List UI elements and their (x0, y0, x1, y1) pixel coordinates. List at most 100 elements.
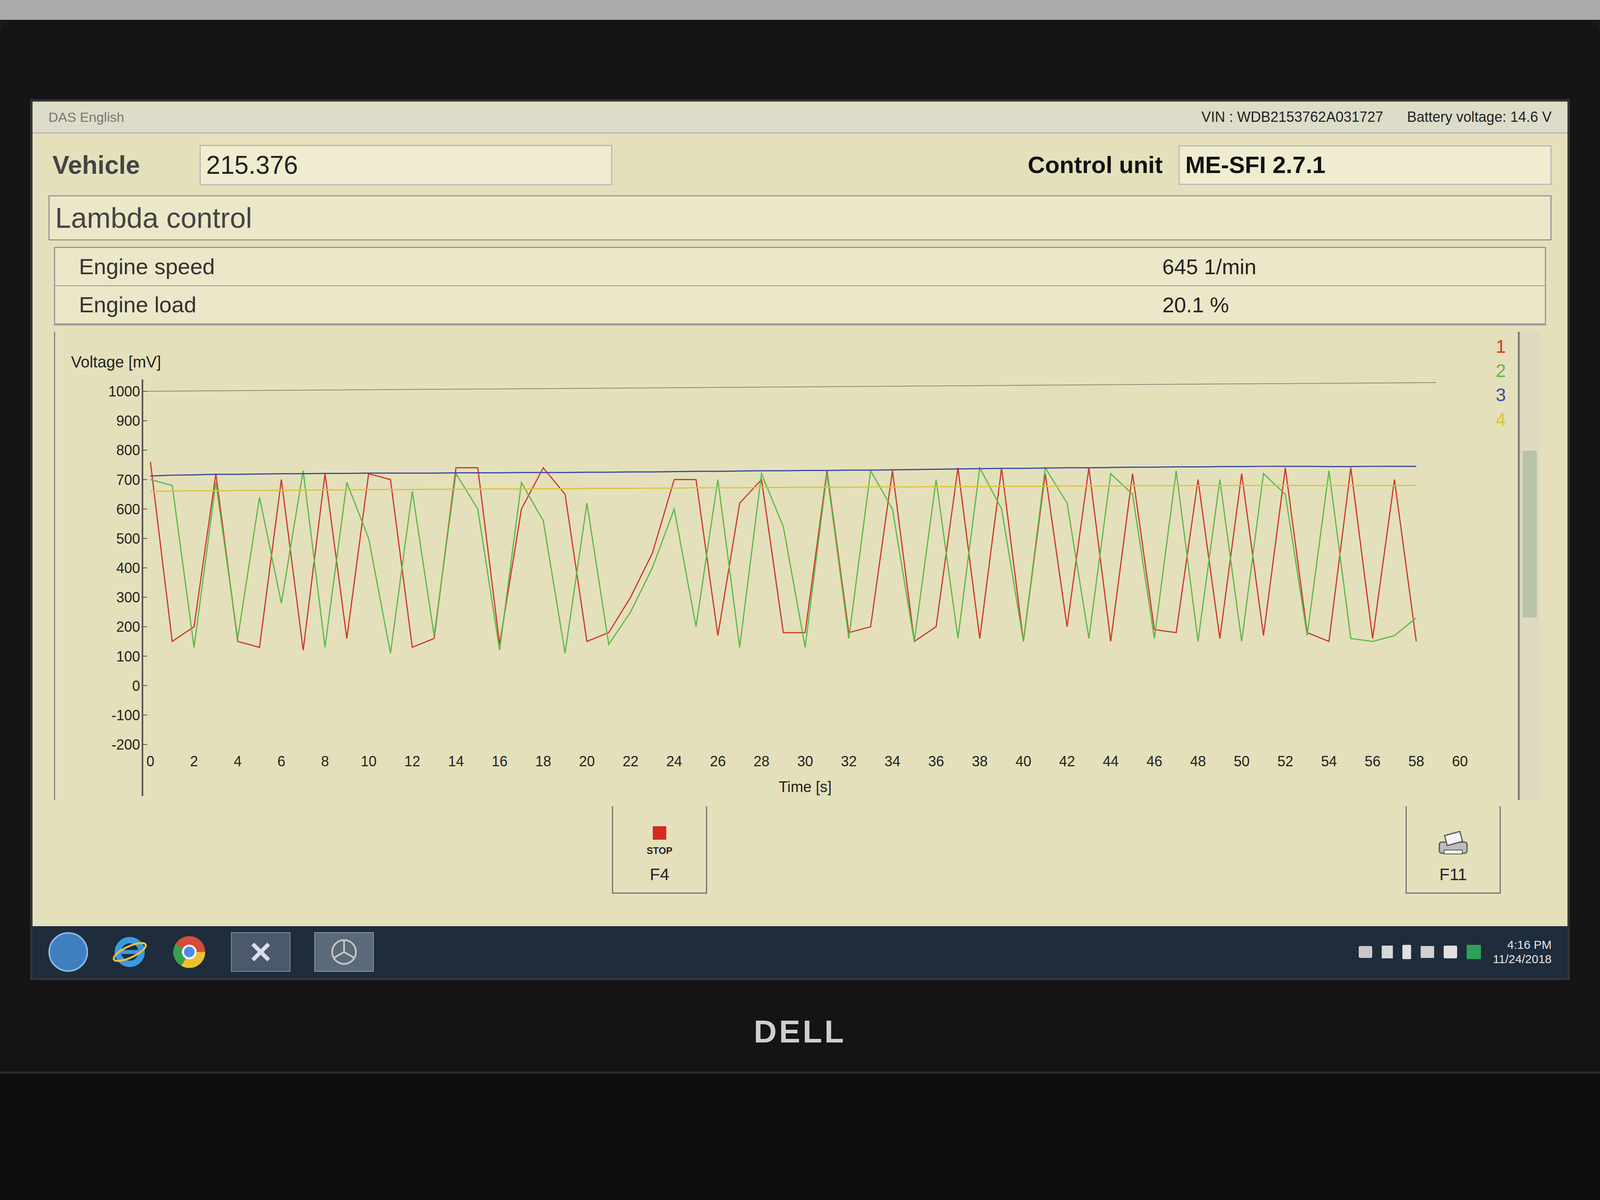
series-line (150, 461, 1417, 651)
svg-text:800: 800 (116, 442, 141, 459)
button-key: F11 (1439, 861, 1467, 887)
svg-text:200: 200 (116, 618, 141, 635)
internet-explorer-icon[interactable] (111, 934, 148, 970)
y-tick: -200 (111, 736, 148, 753)
x-tick: 30 (797, 753, 814, 770)
tray-icons (1358, 944, 1481, 960)
y-tick: 800 (116, 442, 148, 459)
y-tick: 500 (116, 530, 148, 547)
tray-network-icon[interactable] (1358, 946, 1373, 958)
control-unit-label: Control unit (1027, 147, 1163, 183)
y-tick: 100 (116, 648, 148, 665)
y-tick: 900 (116, 412, 148, 429)
svg-text:-200: -200 (111, 736, 141, 753)
section-header: Lambda control (48, 195, 1552, 241)
x-tick: 52 (1277, 753, 1294, 770)
x-tick: 12 (404, 753, 421, 770)
photo: DAS EnglishVIN : WDB2153762A031727Batter… (0, 0, 1600, 1200)
y-tick: -100 (111, 707, 148, 724)
scrollbar[interactable] (1519, 331, 1540, 800)
x-tick: 28 (753, 753, 770, 770)
y-tick: 600 (116, 501, 148, 518)
title-bar: DAS EnglishVIN : WDB2153762A031727Batter… (32, 101, 1568, 134)
clock-time: 4:16 PM (1507, 937, 1552, 952)
series-line (150, 485, 1417, 492)
stop-icon (652, 826, 667, 840)
reading-value: 645 1/min (1162, 250, 1257, 283)
stop-button[interactable]: STOP F4 (611, 806, 708, 894)
tray-app-icon[interactable] (1466, 944, 1481, 960)
start-icon[interactable] (48, 932, 89, 972)
vehicle-label: Vehicle (48, 146, 141, 185)
x-tick: 32 (840, 753, 857, 770)
x-tick: 60 (1451, 753, 1468, 770)
x-tick: 20 (578, 753, 595, 770)
laptop-hinge (0, 1071, 1600, 1200)
reading-label: Engine speed (55, 250, 1163, 284)
svg-text:900: 900 (116, 412, 141, 429)
x-tick: 22 (622, 753, 639, 770)
svg-text:-100: -100 (111, 707, 141, 724)
x-tick: 16 (491, 753, 508, 770)
x-tick: 34 (884, 753, 901, 770)
tray-battery-icon[interactable] (1402, 944, 1412, 960)
chart-panel: Voltage [mV]1000900800700600500400300200… (53, 331, 1547, 800)
svg-text:500: 500 (116, 530, 141, 547)
screen: DAS EnglishVIN : WDB2153762A031727Batter… (30, 99, 1570, 981)
x-tick: 50 (1233, 753, 1250, 770)
print-button[interactable]: F11 (1405, 806, 1501, 894)
laptop-bezel: DAS EnglishVIN : WDB2153762A031727Batter… (0, 19, 1600, 1072)
legend-item: 3 (1495, 384, 1506, 406)
y-tick: 200 (116, 618, 148, 635)
vehicle-field: 215.376 (199, 144, 613, 186)
printer-icon (1435, 830, 1472, 858)
clock-date: 11/24/2018 (1492, 951, 1552, 967)
button-row: STOP F4 F11 (48, 806, 1552, 894)
y-tick: 700 (116, 471, 148, 489)
x-tick: 2 (190, 753, 199, 770)
scrollbar-thumb[interactable] (1522, 450, 1537, 618)
y-tick: 1000 (108, 383, 148, 400)
reading-value: 20.1 % (1162, 288, 1229, 322)
y-axis-label: Voltage [mV] (71, 353, 162, 371)
svg-text:1000: 1000 (108, 383, 141, 400)
chart-legend: 1234 (1483, 331, 1520, 800)
x-tick: 38 (971, 753, 988, 770)
tray-flag-icon[interactable] (1381, 945, 1393, 959)
x-tick: 26 (709, 753, 726, 770)
button-label: STOP (646, 843, 673, 858)
tray-volume-icon[interactable] (1443, 945, 1458, 959)
clock[interactable]: 4:16 PM11/24/2018 (1492, 937, 1552, 967)
y-tick: 400 (116, 559, 148, 577)
legend-item: 2 (1495, 359, 1506, 382)
background-strip (0, 0, 1600, 20)
x-tick: 40 (1015, 753, 1032, 770)
readings: Engine speed645 1/minEngine load20.1 % (53, 246, 1547, 326)
x-tick: 6 (277, 753, 286, 770)
x-tick: 44 (1102, 753, 1119, 770)
svg-text:700: 700 (116, 471, 141, 489)
lambda-chart: Voltage [mV]1000900800700600500400300200… (55, 331, 1484, 800)
x-tick: 0 (146, 753, 155, 770)
reading-row: Engine speed645 1/min (55, 248, 1545, 287)
app-title: DAS English (48, 107, 125, 128)
x-tick: 4 (233, 753, 242, 770)
svg-text:600: 600 (116, 501, 141, 518)
svg-text:100: 100 (116, 648, 141, 665)
button-key: F4 (649, 861, 670, 887)
chrome-icon[interactable] (171, 934, 208, 970)
series-line (150, 467, 1417, 654)
x-tick: 42 (1059, 753, 1075, 770)
x-tick: 46 (1146, 753, 1163, 770)
x-tick: 58 (1408, 753, 1425, 770)
svg-text:300: 300 (116, 589, 141, 606)
brand-logo: DELL (753, 1007, 847, 1056)
x-tick: 18 (535, 753, 552, 770)
tray-signal-icon[interactable] (1420, 946, 1435, 958)
vehicle-row: Vehicle215.376Control unitME-SFI 2.7.1 (48, 141, 1552, 189)
legend-item: 4 (1495, 408, 1506, 431)
xentry-icon[interactable] (230, 932, 291, 972)
x-tick: 54 (1321, 753, 1337, 770)
reading-label: Engine load (55, 288, 1163, 322)
mercedes-icon[interactable] (314, 932, 374, 972)
